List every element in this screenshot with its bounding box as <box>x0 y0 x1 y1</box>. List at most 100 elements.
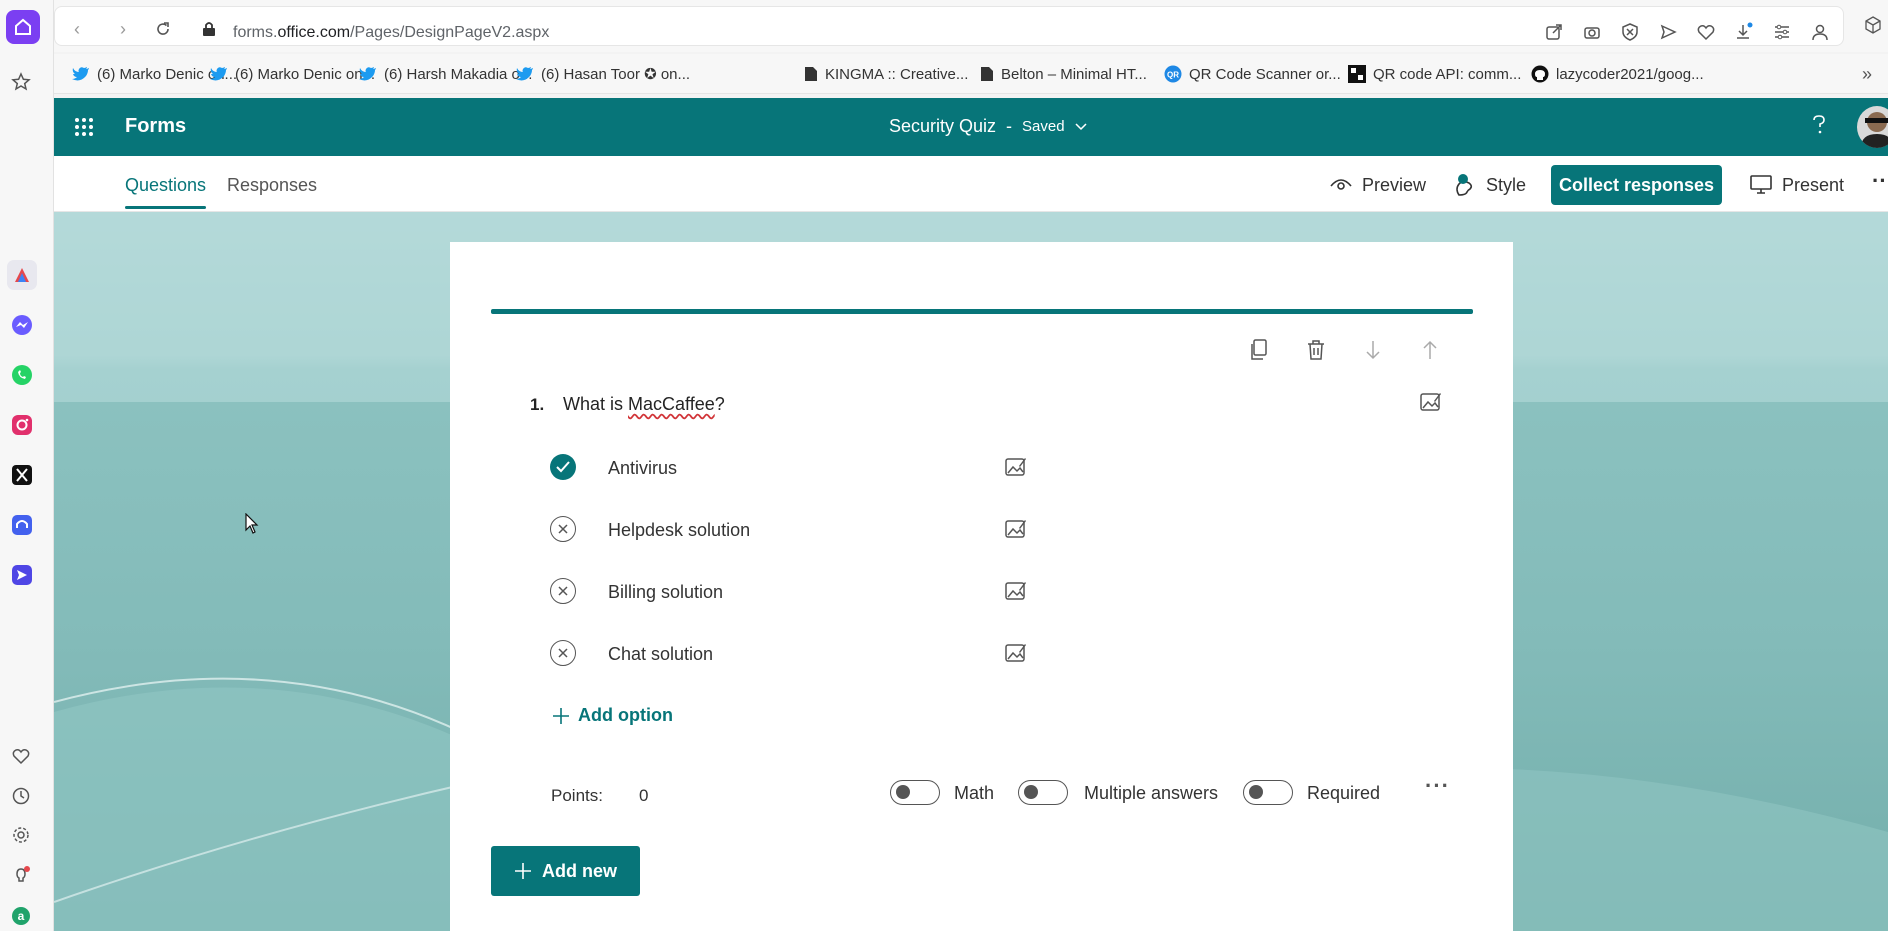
move-up-icon[interactable] <box>1418 338 1442 362</box>
bookmark-item[interactable]: QR QR Code Scanner or... <box>1164 63 1341 85</box>
x-twitter-icon[interactable] <box>7 460 37 490</box>
qr-icon: QR <box>1164 65 1182 83</box>
add-option-button[interactable]: Add option <box>552 705 673 726</box>
mark-correct-x-icon[interactable] <box>550 516 576 542</box>
tab-responses[interactable]: Responses <box>227 175 317 196</box>
tips-bulb-icon[interactable] <box>9 864 33 888</box>
add-option-label: Add option <box>578 705 673 725</box>
question-more-icon[interactable]: ··· <box>1425 773 1450 799</box>
twitter-icon <box>210 67 227 81</box>
bookmark-item[interactable]: lazycoder2021/goog... <box>1531 63 1704 85</box>
option-image-icon[interactable] <box>1004 641 1028 665</box>
document-title[interactable]: Security Quiz - Saved <box>889 116 1087 137</box>
option-image-icon[interactable] <box>1004 455 1028 479</box>
multiple-answers-toggle[interactable] <box>1018 780 1068 805</box>
whatsapp-icon[interactable] <box>7 360 37 390</box>
app-launcher-icon[interactable] <box>74 117 94 142</box>
misspelled-word: MacCaffee <box>628 394 715 414</box>
answer-option[interactable]: Helpdesk solution <box>550 513 1090 543</box>
star-icon[interactable] <box>9 70 33 94</box>
headphones-app-icon[interactable] <box>7 510 37 540</box>
bookmark-item[interactable]: (6) Harsh Makadia o... <box>359 63 532 85</box>
lock-icon[interactable] <box>199 19 219 39</box>
bookmarks-bar: (6) Marko Denic on... (6) Marko Denic on… <box>54 54 1888 94</box>
collect-responses-button[interactable]: Collect responses <box>1551 165 1722 205</box>
preview-button[interactable]: Preview <box>1330 170 1426 200</box>
url-box[interactable]: ‹ › forms.office.com/Pages/DesignPageV2.… <box>54 6 1844 46</box>
present-label: Present <box>1782 174 1845 195</box>
option-label[interactable]: Chat solution <box>608 644 713 665</box>
insert-media-icon[interactable] <box>1419 390 1443 414</box>
form-accent-bar <box>491 309 1473 314</box>
mark-correct-x-icon[interactable] <box>550 578 576 604</box>
required-toggle[interactable] <box>1243 780 1293 805</box>
avatar[interactable] <box>1857 106 1888 148</box>
profile-icon[interactable] <box>1809 21 1831 43</box>
heart-icon[interactable] <box>9 744 33 768</box>
extension-cube-icon[interactable] <box>1862 14 1884 36</box>
settings-icon[interactable] <box>9 823 33 847</box>
bookmark-item[interactable]: KINGMA :: Creative... <box>804 63 968 85</box>
points-label: Points: <box>551 786 603 805</box>
delete-question-icon[interactable] <box>1304 338 1328 362</box>
bookmark-label: lazycoder2021/goog... <box>1556 65 1704 83</box>
answer-option[interactable]: Billing solution <box>550 575 1090 605</box>
option-image-icon[interactable] <box>1004 579 1028 603</box>
home-icon[interactable] <box>6 10 40 44</box>
tab-questions[interactable]: Questions <box>125 175 207 209</box>
option-label[interactable]: Antivirus <box>608 458 677 479</box>
answer-option[interactable]: Chat solution <box>550 637 1090 667</box>
style-button[interactable]: Style <box>1454 170 1526 200</box>
option-label[interactable]: Helpdesk solution <box>608 520 750 541</box>
address-bar-area: ‹ › forms.office.com/Pages/DesignPageV2.… <box>54 0 1888 52</box>
downloads-icon[interactable] <box>1733 21 1755 43</box>
aria-a-icon[interactable]: a <box>9 904 33 928</box>
messenger-icon[interactable] <box>7 310 37 340</box>
history-icon[interactable] <box>9 784 33 808</box>
help-icon[interactable] <box>1811 114 1827 141</box>
points-input[interactable]: 0 <box>639 786 648 806</box>
add-new-button[interactable]: Add new <box>491 846 640 896</box>
bookmark-item[interactable]: (6) Hasan Toor ✪ on... <box>516 63 690 85</box>
send-icon[interactable] <box>1657 21 1679 43</box>
bookmark-label: (6) Hasan Toor ✪ on... <box>541 66 691 83</box>
math-toggle[interactable] <box>890 780 940 805</box>
present-button[interactable]: Present <box>1750 170 1844 200</box>
question-number: 1. <box>530 395 545 414</box>
bookmarks-overflow-icon[interactable]: » <box>1862 63 1872 85</box>
bookmark-label: KINGMA :: Creative... <box>825 65 969 83</box>
back-icon[interactable]: ‹ <box>67 19 87 39</box>
aria-app-icon[interactable] <box>7 260 37 290</box>
correct-answer-check-icon[interactable] <box>550 454 576 480</box>
move-down-icon[interactable] <box>1361 338 1385 362</box>
answer-option[interactable]: Antivirus <box>550 451 1090 481</box>
chevron-down-icon <box>1075 122 1087 130</box>
reload-icon[interactable] <box>153 19 173 39</box>
bookmark-item[interactable]: (6) Marko Denic on... <box>210 63 375 85</box>
copy-question-icon[interactable] <box>1247 338 1271 362</box>
preview-label: Preview <box>1362 174 1427 195</box>
question-text-part: What is <box>563 394 629 414</box>
tab-menu-icon[interactable] <box>1771 21 1793 43</box>
camera-icon[interactable] <box>1581 21 1603 43</box>
app-title[interactable]: Forms <box>125 115 186 138</box>
instagram-icon[interactable] <box>7 410 37 440</box>
bookmark-item[interactable]: QR code API: comm... <box>1348 63 1521 85</box>
adblock-shield-icon[interactable] <box>1619 21 1641 43</box>
favorite-heart-icon[interactable] <box>1695 21 1717 43</box>
qr-code-icon <box>1348 65 1366 83</box>
question-text[interactable]: What is MacCaffee? <box>563 394 725 415</box>
palette-icon <box>1456 174 1473 196</box>
option-image-icon[interactable] <box>1004 517 1028 541</box>
option-label[interactable]: Billing solution <box>608 582 723 603</box>
twitter-icon <box>516 67 533 81</box>
bookmark-item[interactable]: Belton – Minimal HT... <box>980 63 1147 85</box>
monitor-icon <box>1750 175 1772 194</box>
url-text[interactable]: forms.office.com/Pages/DesignPageV2.aspx <box>233 24 549 42</box>
mark-correct-x-icon[interactable] <box>550 640 576 666</box>
svg-text:a: a <box>18 909 25 923</box>
forward-icon[interactable]: › <box>113 19 133 39</box>
more-options-icon[interactable]: ··· <box>1872 168 1888 194</box>
send-app-icon[interactable] <box>7 560 37 590</box>
share-icon[interactable] <box>1543 21 1565 43</box>
